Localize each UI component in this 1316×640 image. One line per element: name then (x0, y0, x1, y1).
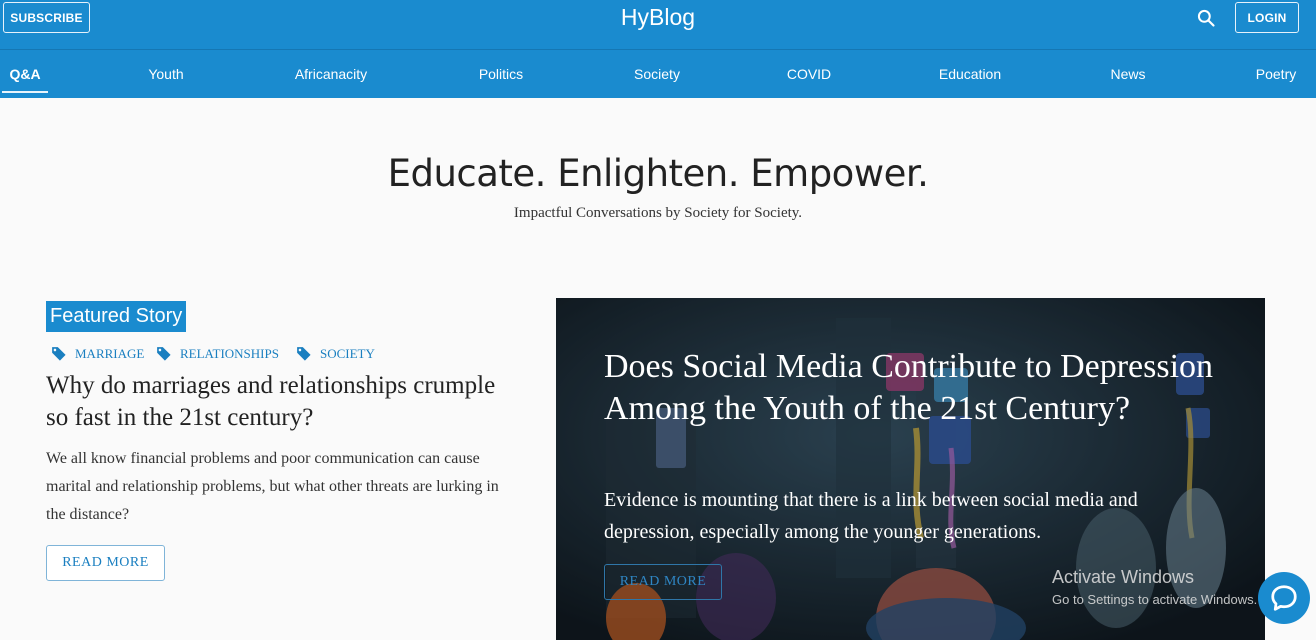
login-button[interactable]: LOGIN (1235, 2, 1299, 33)
nav-item-society[interactable]: Society (622, 50, 692, 98)
active-tab-indicator (2, 91, 48, 93)
card-article-title[interactable]: Does Social Media Contribute to Depressi… (604, 346, 1224, 430)
tag-icon (296, 347, 311, 361)
tag-icon (51, 347, 66, 361)
tag-icon (156, 347, 171, 361)
nav-item-poetry[interactable]: Poetry (1246, 50, 1306, 98)
nav-item-youth[interactable]: Youth (136, 50, 196, 98)
site-brand-title[interactable]: HyBlog (0, 4, 1316, 31)
featured-article-excerpt: We all know financial problems and poor … (46, 450, 499, 523)
nav-item-africanacity[interactable]: Africanacity (281, 50, 381, 98)
tag-label[interactable]: SOCIETY (320, 346, 375, 362)
chat-button[interactable] (1258, 572, 1310, 624)
search-icon[interactable] (1196, 8, 1216, 28)
tag-society[interactable]: SOCIETY (295, 345, 375, 362)
featured-story-badge: Featured Story (46, 301, 187, 332)
top-header-bar: SUBSCRIBE HyBlog LOGIN (0, 0, 1316, 50)
tag-label[interactable]: MARRIAGE (75, 346, 144, 362)
nav-item-covid[interactable]: COVID (779, 50, 839, 98)
featured-article-title[interactable]: Why do marriages and relationships crump… (46, 370, 516, 434)
activate-windows-title: Activate Windows (1052, 567, 1195, 587)
hero-tagline: Educate. Enlighten. Empower. (387, 152, 929, 195)
card-read-more-button[interactable]: READ MORE (604, 564, 722, 600)
tag-marriage[interactable]: MARRIAGE (50, 345, 144, 362)
nav-item-education[interactable]: Education (925, 50, 1015, 98)
windows-activation-watermark: Activate Windows Go to Settings to activ… (1052, 567, 1257, 607)
nav-item-politics[interactable]: Politics (466, 50, 536, 98)
featured-read-more-button[interactable]: READ MORE (46, 545, 165, 581)
tag-relationships[interactable]: RELATIONSHIPS (155, 345, 279, 362)
nav-item-news[interactable]: News (1098, 50, 1158, 98)
hero-subtitle: Impactful Conversations by Society for S… (513, 205, 803, 221)
activate-windows-subtitle: Go to Settings to activate Windows. (1052, 592, 1258, 607)
tag-label[interactable]: RELATIONSHIPS (180, 346, 279, 362)
card-article-excerpt: Evidence is mounting that there is a lin… (604, 489, 1138, 543)
category-nav: Q&A Youth Africanacity Politics Society … (0, 50, 1316, 98)
chat-bubble-icon (1271, 585, 1297, 611)
